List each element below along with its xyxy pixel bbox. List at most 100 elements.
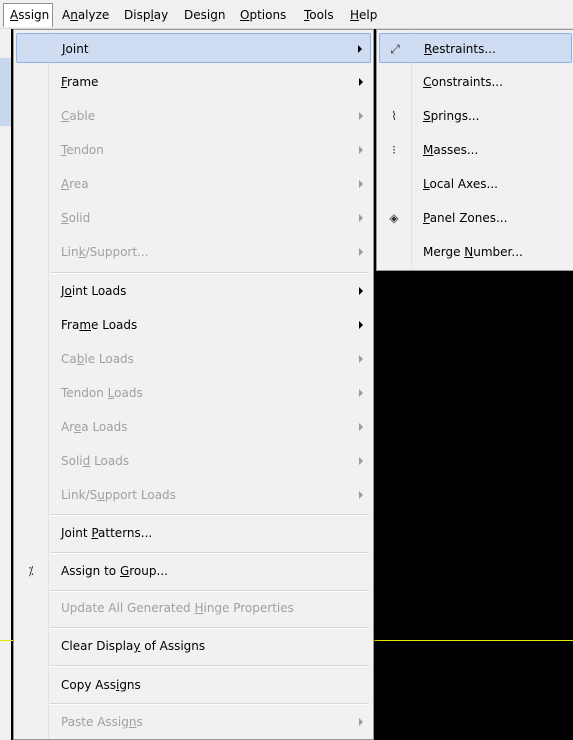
menu-item-tendon-loads[interactable]: Tendon Loads [16,378,371,408]
menu-options[interactable]: Options [234,4,292,26]
menu-item-label: Frame [61,75,99,89]
submenu-arrow-icon [359,248,363,256]
menu-item-local-axes[interactable]: Local Axes... [379,169,572,199]
menu-item-merge-number[interactable]: Merge Number... [379,237,572,267]
menu-item-label: Joint Patterns... [61,526,153,540]
menu-item-label: Update All Generated Hinge Properties [61,601,294,615]
menu-item-link-support[interactable]: Link/Support... [16,237,371,267]
restraints-icon: ⤢ [390,42,400,56]
menu-item-masses[interactable]: ⁝ Masses... [379,135,572,165]
menu-bar: Assign Analyze Display Design Options To… [0,0,573,29]
menu-item-label: Link/Support... [61,245,149,259]
menu-item-label: Solid [61,211,91,225]
menu-item-label: Clear Display of Assigns [61,639,206,653]
menu-item-label: Tendon Loads [61,386,143,400]
menu-item-label: Area Loads [61,420,128,434]
menu-separator [50,552,369,554]
submenu-arrow-icon [359,389,363,397]
menu-label: Help [350,8,378,22]
menu-item-label: Constraints... [423,75,503,89]
submenu-arrow-icon [359,718,363,726]
menu-item-restraints[interactable]: ⤢ Restraints... [379,33,572,63]
axis-line [370,640,573,641]
submenu-arrow-icon [359,355,363,363]
submenu-arrow-icon [359,146,363,154]
menu-item-label: Solid Loads [61,454,130,468]
menu-item-constraints[interactable]: Constraints... [379,67,572,97]
menu-item-link-support-loads[interactable]: Link/Support Loads [16,480,371,510]
menu-item-copy-assigns[interactable]: Copy Assigns [16,670,371,700]
submenu-arrow-icon [359,214,363,222]
menu-item-solid[interactable]: Solid [16,203,371,233]
menu-item-label: Copy Assigns [61,678,141,692]
menu-item-label: Joint [62,42,89,56]
menu-item-label: Area [61,177,89,191]
menu-item-label: Springs... [423,109,480,123]
menu-separator [50,590,369,592]
menu-item-joint-loads[interactable]: Joint Loads [16,276,371,306]
axis-line [0,640,14,641]
menu-item-label: Assign to Group... [61,564,168,578]
menu-item-frame[interactable]: Frame [16,67,371,97]
menu-item-springs[interactable]: ⌇ Springs... [379,101,572,131]
menu-item-cable[interactable]: Cable [16,101,371,131]
panel-zones-icon: ◈ [389,211,399,225]
menu-separator [50,514,369,516]
menu-item-clear-display-of-assigns[interactable]: Clear Display of Assigns [16,631,371,661]
menu-label: Tools [304,8,334,22]
submenu-arrow-icon [359,78,363,86]
menu-design[interactable]: Design [178,4,231,26]
menu-item-tendon[interactable]: Tendon [16,135,371,165]
menu-item-area[interactable]: Area [16,169,371,199]
menu-display[interactable]: Display [118,4,174,26]
menu-item-label: Joint Loads [61,284,127,298]
menu-separator [50,703,369,705]
menu-item-joint[interactable]: Joint [16,33,371,63]
menu-separator [50,665,369,667]
menu-tools[interactable]: Tools [298,4,340,26]
menu-item-label: Panel Zones... [423,211,508,225]
menu-item-label: Local Axes... [423,177,498,191]
masses-icon: ⁝ [392,143,396,157]
menu-label: Analyze [62,8,110,22]
submenu-arrow-icon [359,491,363,499]
menu-help[interactable]: Help [344,4,383,26]
submenu-arrow-icon [359,457,363,465]
menu-item-solid-loads[interactable]: Solid Loads [16,446,371,476]
menu-item-assign-to-group[interactable]: ⁒ Assign to Group... [16,556,371,586]
menu-item-label: Frame Loads [61,318,138,332]
menu-label: Design [184,8,226,22]
menu-item-label: Masses... [423,143,479,157]
menu-item-label: Restraints... [424,42,496,56]
menu-item-panel-zones[interactable]: ◈ Panel Zones... [379,203,572,233]
menu-item-area-loads[interactable]: Area Loads [16,412,371,442]
menu-item-label: Paste Assigns [61,715,143,729]
assign-menu: Joint Frame Cable Tendon Area Solid Link/Suppo… [13,29,374,740]
submenu-arrow-icon [359,321,363,329]
menu-separator [50,627,369,629]
menu-item-joint-patterns[interactable]: Joint Patterns... [16,518,371,548]
menu-label: Assign [10,8,50,22]
menu-item-label: Link/Support Loads [61,488,176,502]
menu-label: Display [124,8,169,22]
menu-label: Options [240,8,287,22]
joint-submenu: ⤢ Restraints... Constraints... ⌇ Springs... ⁝… [376,29,573,271]
menu-item-label: Merge Number... [423,245,523,259]
menu-assign[interactable]: Assign [3,3,53,27]
submenu-arrow-icon [358,45,362,53]
left-panel-selection [0,58,11,126]
menu-item-frame-loads[interactable]: Frame Loads [16,310,371,340]
menu-item-paste-assigns[interactable]: Paste Assigns [16,707,371,737]
menu-item-update-all-generated-hinge-properties[interactable]: Update All Generated Hinge Properties [16,593,371,623]
assign-group-icon: ⁒ [28,564,34,578]
menu-item-label: Tendon [61,143,104,157]
submenu-arrow-icon [359,287,363,295]
submenu-arrow-icon [359,180,363,188]
springs-icon: ⌇ [391,109,397,123]
menu-item-cable-loads[interactable]: Cable Loads [16,344,371,374]
menu-item-label: Cable [61,109,96,123]
left-panel-strip [0,29,11,740]
menu-analyze[interactable]: Analyze [56,4,115,26]
menu-item-label: Cable Loads [61,352,134,366]
submenu-arrow-icon [359,112,363,120]
